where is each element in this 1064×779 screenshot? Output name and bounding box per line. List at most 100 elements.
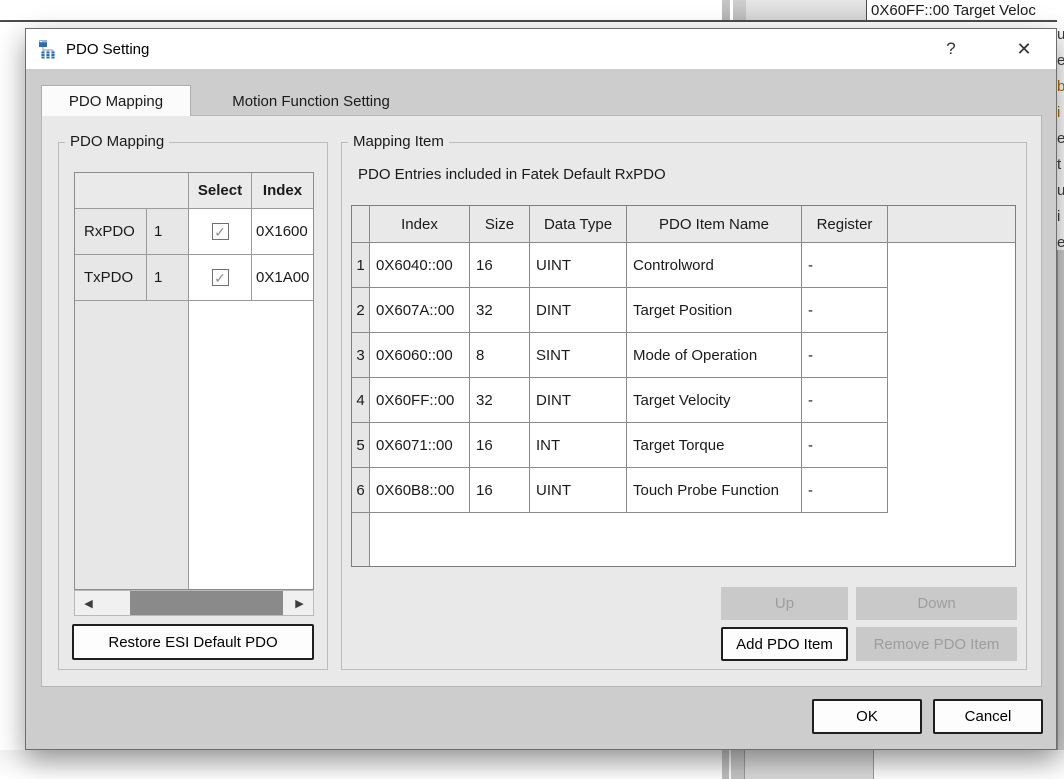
mapping-grid[interactable]: IndexSizeData TypePDO Item NameRegister1…: [351, 205, 1016, 567]
mapping-caption: PDO Entries included in Fatek Default Rx…: [358, 166, 666, 183]
grid-cell-data-type: DINT: [530, 288, 627, 333]
grid-cell-index: 0X6071::00: [370, 423, 470, 468]
ok-button[interactable]: OK: [812, 699, 922, 734]
group-pdo-mapping: PDO Mapping SelectIndexRxPDO1✓0X1600TxPD…: [58, 142, 328, 670]
grid-cell-register: -: [802, 468, 888, 513]
header-cell-index: Index: [252, 173, 313, 209]
grid-row-number: 1: [352, 243, 370, 288]
close-button[interactable]: ✕: [1006, 35, 1042, 63]
tab-page: PDO Mapping SelectIndexRxPDO1✓0X1600TxPD…: [41, 115, 1042, 687]
grid-row-number: 2: [352, 288, 370, 333]
grid-cell-index: 0X6060::00: [370, 333, 470, 378]
grid-rowheader-strip: [352, 513, 370, 566]
bg-clipped-text-fragment: u: [1057, 26, 1064, 43]
grid-cell-size: 16: [470, 423, 530, 468]
bg-bottom-strip: [0, 750, 1064, 779]
header-cell-blank: [75, 173, 189, 209]
grid-header-filler: [888, 206, 1015, 243]
index-cell: 0X1600: [252, 209, 313, 255]
select-checkbox[interactable]: ✓: [212, 223, 229, 240]
header-cell-select: Select: [189, 173, 252, 209]
grid-header-data-type: Data Type: [530, 206, 627, 243]
grid-row-number: 6: [352, 468, 370, 513]
table-filler: [75, 301, 313, 589]
index-cell: 0X1A00: [252, 255, 313, 301]
bg-clipped-text-fragment: t: [1057, 156, 1064, 173]
bg-clipped-text-fragment: i: [1057, 208, 1064, 225]
group-mapping-item-legend: Mapping Item: [348, 133, 449, 150]
row-header-type: TxPDO: [75, 255, 147, 301]
grid-cell-size: 32: [470, 288, 530, 333]
grid-header-pdo-item-name: PDO Item Name: [627, 206, 802, 243]
grid-cell-item-name: Touch Probe Function: [627, 468, 802, 513]
grid-cell-size: 16: [470, 468, 530, 513]
grid-header-size: Size: [470, 206, 530, 243]
dialog-title: PDO Setting: [66, 41, 149, 58]
grid-cell-index: 0X60FF::00: [370, 378, 470, 423]
bg-clipped-text-fragment: b: [1057, 78, 1064, 95]
grid-row[interactable]: 60X60B8::0016UINTTouch Probe Function-: [352, 468, 1015, 513]
bg-right-strip: uebietuie: [1057, 22, 1064, 250]
bg-table-cell: 0X60FF::00 Target Veloc: [866, 0, 1062, 21]
select-checkbox[interactable]: ✓: [212, 269, 229, 286]
grid-cell-index: 0X607A::00: [370, 288, 470, 333]
grid-row[interactable]: 40X60FF::0032DINTTarget Velocity-: [352, 378, 1015, 423]
tab-pdo-mapping[interactable]: PDO Mapping: [41, 85, 191, 116]
grid-row-number: 3: [352, 333, 370, 378]
grid-cell-item-name: Target Velocity: [627, 378, 802, 423]
grid-row[interactable]: 50X6071::0016INTTarget Torque-: [352, 423, 1015, 468]
grid-cell-register: -: [802, 423, 888, 468]
bg-clipped-text-fragment: e: [1057, 52, 1064, 69]
scrollbar-thumb[interactable]: [130, 591, 283, 615]
bg-splitter-bar: [722, 0, 730, 21]
grid-header-corner: [352, 206, 370, 243]
bg-clipped-text-fragment: e: [1057, 130, 1064, 147]
pdo-tree-icon: [38, 39, 58, 59]
grid-cell-item-name: Target Torque: [627, 423, 802, 468]
table-filler-rowheader: [75, 301, 189, 589]
title-bar[interactable]: PDO Setting ? ✕: [26, 29, 1056, 69]
tab-motion-function-setting[interactable]: Motion Function Setting: [206, 87, 416, 115]
grid-row-number: 5: [352, 423, 370, 468]
tab-motion-function-setting-label: Motion Function Setting: [232, 93, 390, 110]
scroll-right-arrow-icon[interactable]: ▶: [286, 591, 313, 615]
grid-cell-data-type: INT: [530, 423, 627, 468]
help-button[interactable]: ?: [933, 35, 969, 63]
bg-splitter-bar: [722, 750, 729, 779]
grid-cell-item-name: Target Position: [627, 288, 802, 333]
scroll-left-arrow-icon[interactable]: ◀: [75, 591, 102, 615]
grid-cell-register: -: [802, 378, 888, 423]
h-scrollbar[interactable]: ◀ ▶: [74, 590, 314, 616]
table-row[interactable]: TxPDO1 ✓ 0X1A00: [75, 255, 313, 301]
grid-cell-item-name: Controlword: [627, 243, 802, 288]
bg-clipped-text-fragment: e: [1057, 234, 1064, 250]
restore-esi-default-pdo-button[interactable]: Restore ESI Default PDO: [72, 624, 314, 660]
grid-row[interactable]: 10X6040::0016UINTControlword-: [352, 243, 1015, 288]
grid-cell-item-name: Mode of Operation: [627, 333, 802, 378]
bg-splitter-bar: [733, 0, 746, 21]
pdo-select-table[interactable]: SelectIndexRxPDO1✓0X1600TxPDO1✓0X1A00: [74, 172, 314, 590]
grid-cell-register: -: [802, 288, 888, 333]
group-mapping-item: Mapping Item PDO Entries included in Fat…: [341, 142, 1027, 670]
bg-clipped-text-fragment: u: [1057, 182, 1064, 199]
select-cell: ✓: [189, 209, 252, 255]
grid-cell-data-type: UINT: [530, 243, 627, 288]
remove-pdo-item-button: Remove PDO Item: [856, 627, 1017, 661]
grid-row[interactable]: 30X6060::008SINTMode of Operation-: [352, 333, 1015, 378]
scrollbar-track[interactable]: [102, 591, 286, 615]
add-pdo-item-button[interactable]: Add PDO Item: [721, 627, 848, 661]
row-header-num: 1: [147, 209, 189, 255]
table-row[interactable]: RxPDO1✓0X1600: [75, 209, 313, 255]
grid-row-number: 4: [352, 378, 370, 423]
grid-cell-data-type: SINT: [530, 333, 627, 378]
cancel-button[interactable]: Cancel: [933, 699, 1043, 734]
bg-panel: [746, 0, 866, 21]
bg-right-panel: [1057, 250, 1064, 750]
bg-panel: [744, 750, 874, 779]
grid-cell-index: 0X60B8::00: [370, 468, 470, 513]
grid-header-register: Register: [802, 206, 888, 243]
grid-header-index: Index: [370, 206, 470, 243]
grid-row[interactable]: 20X607A::0032DINTTarget Position-: [352, 288, 1015, 333]
row-header-num: 1: [147, 255, 189, 301]
table-header-row: SelectIndex: [75, 173, 313, 209]
